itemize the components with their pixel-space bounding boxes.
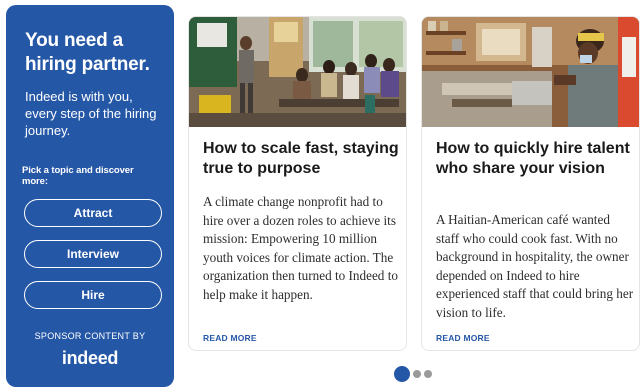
article-card-hire-talent[interactable]: How to quickly hire talent who share you… (421, 16, 640, 351)
pager-dot-1[interactable] (394, 366, 410, 382)
card-photo-classroom[interactable] (189, 17, 406, 127)
topic-prompt: Pick a topic and discover more: (22, 165, 134, 187)
topic-hire-button[interactable]: Hire (24, 281, 162, 309)
panel-subtitle: Indeed is with you, every step of the hi… (25, 89, 157, 138)
card-title[interactable]: How to scale fast, staying true to purpo… (203, 139, 403, 179)
pager-dot-2[interactable] (413, 370, 421, 378)
sponsor-label: SPONSOR CONTENT BY (34, 331, 146, 341)
card-body: A climate change nonprofit had to hire o… (203, 194, 398, 302)
card-photo-cafe[interactable] (422, 17, 639, 127)
panel-title: You need a hiring partner. (25, 30, 150, 75)
card-body: A Haitian-American café wanted staff who… (436, 212, 634, 320)
read-more-link[interactable]: READ MORE (203, 333, 257, 343)
article-card-scale-fast[interactable]: How to scale fast, staying true to purpo… (188, 16, 407, 351)
pager-dot-3[interactable] (424, 370, 432, 378)
topic-attract-button[interactable]: Attract (24, 199, 162, 227)
carousel-pager (394, 366, 435, 382)
topic-interview-button[interactable]: Interview (24, 240, 162, 268)
card-title[interactable]: How to quickly hire talent who share you… (436, 139, 636, 179)
sponsor-panel: You need a hiring partner. Indeed is wit… (6, 5, 174, 387)
read-more-link[interactable]: READ MORE (436, 333, 490, 343)
indeed-logo[interactable]: indeed (6, 348, 174, 369)
